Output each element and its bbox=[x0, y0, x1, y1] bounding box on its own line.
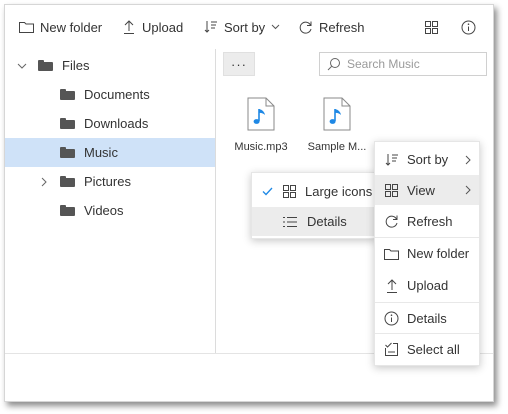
menu-item-label: Upload bbox=[407, 278, 449, 293]
info-icon bbox=[461, 20, 476, 34]
menu-item-label: Details bbox=[407, 310, 447, 326]
search-input[interactable] bbox=[345, 56, 479, 72]
folder-icon bbox=[60, 205, 75, 216]
file-name: Music.mp3 bbox=[234, 141, 288, 153]
folder-icon bbox=[60, 176, 75, 187]
upload-button[interactable]: Upload bbox=[123, 15, 183, 39]
view-toggle-button[interactable] bbox=[425, 15, 438, 39]
chevron-right-icon[interactable] bbox=[39, 177, 49, 187]
menu-item-label: New folder bbox=[407, 246, 470, 261]
chevron-right-icon bbox=[465, 155, 471, 165]
menu-item-label: Sort by bbox=[407, 152, 449, 167]
file-item[interactable]: Sample M... bbox=[304, 97, 370, 153]
menu-item-new-folder[interactable]: New folder bbox=[375, 238, 479, 269]
menu-item-upload[interactable]: Upload bbox=[375, 270, 479, 301]
tree-item-label: Documents bbox=[84, 87, 150, 102]
sort-by-label: Sort by bbox=[224, 19, 266, 35]
chevron-right-icon bbox=[465, 185, 471, 195]
new-folder-button[interactable]: New folder bbox=[19, 15, 102, 39]
tree-item-documents[interactable]: Documents bbox=[5, 80, 215, 109]
refresh-icon bbox=[385, 215, 398, 228]
grid-icon bbox=[425, 20, 438, 34]
tree-item-label: Pictures bbox=[84, 174, 131, 189]
refresh-button[interactable]: Refresh bbox=[298, 15, 365, 39]
refresh-icon bbox=[299, 21, 312, 34]
tree-item-music[interactable]: Music bbox=[5, 138, 215, 167]
context-menu: Sort by View Refresh New folder Upload D… bbox=[374, 141, 480, 366]
info-icon bbox=[384, 311, 399, 326]
tree-item-downloads[interactable]: Downloads bbox=[5, 109, 215, 138]
audio-file-icon bbox=[247, 97, 275, 131]
folder-icon bbox=[60, 147, 75, 158]
new-folder-label: New folder bbox=[40, 19, 103, 35]
grid-icon bbox=[283, 185, 296, 198]
menu-item-view[interactable]: View bbox=[375, 175, 479, 205]
folder-icon bbox=[60, 118, 75, 129]
more-options-button[interactable]: ··· bbox=[223, 52, 255, 76]
toolbar: New folder Upload Sort by Refresh bbox=[5, 5, 493, 49]
navigation-tree: Files Documents Downloads Music Pictures… bbox=[5, 49, 216, 353]
folder-icon bbox=[38, 60, 53, 71]
sort-by-button[interactable]: Sort by bbox=[204, 15, 280, 39]
refresh-label: Refresh bbox=[319, 19, 365, 35]
search-box[interactable] bbox=[319, 52, 487, 76]
sort-icon bbox=[385, 154, 398, 166]
tree-item-pictures[interactable]: Pictures bbox=[5, 167, 215, 196]
tree-item-videos[interactable]: Videos bbox=[5, 196, 215, 225]
chevron-down-icon bbox=[271, 24, 280, 30]
new-folder-icon bbox=[384, 249, 399, 260]
details-toggle-button[interactable] bbox=[461, 15, 476, 39]
tree-item-label: Files bbox=[62, 58, 90, 73]
menu-item-sort-by[interactable]: Sort by bbox=[375, 145, 479, 174]
view-submenu: Large icons Details bbox=[251, 172, 376, 239]
menu-item-details[interactable]: Details bbox=[375, 303, 479, 333]
menu-item-refresh[interactable]: Refresh bbox=[375, 206, 479, 236]
file-name: Sample M... bbox=[307, 141, 367, 153]
menu-item-large-icons[interactable]: Large icons bbox=[252, 177, 375, 206]
tree-item-label: Music bbox=[84, 145, 118, 160]
select-all-icon bbox=[385, 342, 398, 356]
upload-icon bbox=[387, 279, 397, 293]
list-icon bbox=[283, 217, 297, 227]
tree-item-files[interactable]: Files bbox=[5, 51, 215, 80]
tree-item-label: Downloads bbox=[84, 116, 149, 131]
audio-file-icon bbox=[323, 97, 351, 131]
tree-item-label: Videos bbox=[84, 203, 124, 218]
menu-item-select-all[interactable]: Select all bbox=[375, 334, 479, 364]
upload-label: Upload bbox=[142, 19, 184, 35]
folder-icon bbox=[60, 89, 75, 100]
menu-item-label: Select all bbox=[407, 341, 460, 357]
menu-item-label: Details bbox=[307, 214, 347, 229]
file-item[interactable]: Music.mp3 bbox=[228, 97, 294, 153]
search-icon bbox=[327, 58, 340, 71]
grid-icon bbox=[385, 184, 398, 197]
menu-item-label: View bbox=[407, 182, 435, 198]
sort-icon bbox=[204, 21, 217, 33]
menu-item-label: Refresh bbox=[407, 213, 453, 229]
new-folder-icon bbox=[19, 22, 34, 33]
menu-item-details-view[interactable]: Details bbox=[252, 207, 375, 236]
menu-item-label: Large icons bbox=[305, 184, 373, 199]
upload-icon bbox=[124, 20, 134, 34]
checkmark-icon bbox=[262, 187, 273, 196]
chevron-down-icon[interactable] bbox=[17, 61, 27, 71]
